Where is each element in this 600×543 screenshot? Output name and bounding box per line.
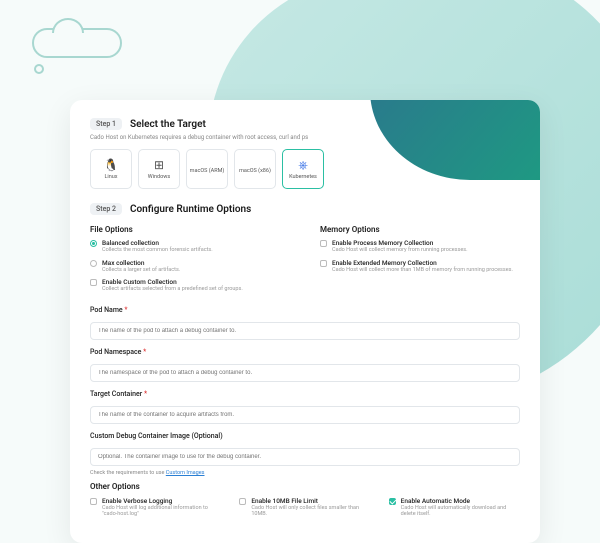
target-label: Windows (148, 174, 170, 180)
target-label: macOS (x86) (239, 168, 271, 174)
cloud-decoration (32, 28, 122, 58)
target-kubernetes[interactable]: ⎈ Kubernetes (282, 149, 324, 189)
target-list: 🐧 Linux ⊞ Windows macOS (ARM) macOS (x86… (90, 149, 520, 189)
opt-label: Enable Verbose Logging (102, 497, 221, 505)
step2-title: Configure Runtime Options (130, 204, 251, 215)
pod-namespace-input[interactable] (90, 364, 520, 382)
opt-desc: Cado Host will collect more than 1MB of … (332, 267, 513, 274)
opt-label: Enable Custom Collection (102, 278, 243, 286)
check-custom-collection[interactable]: Enable Custom Collection Collect artifac… (90, 278, 290, 293)
radio-icon (90, 240, 97, 247)
target-label: Linux (104, 174, 117, 180)
target-container-input[interactable] (90, 406, 520, 424)
opt-desc: Collects a larger set of artifacts. (102, 267, 180, 274)
checkbox-icon (320, 240, 327, 247)
radio-balanced[interactable]: Balanced collection Collects the most co… (90, 239, 290, 254)
step1-row: Step 1 Select the Target (90, 118, 520, 130)
radio-icon (90, 260, 97, 267)
opt-label: Enable Process Memory Collection (332, 239, 468, 247)
target-label: Kubernetes (289, 174, 317, 180)
step1-subtitle: Cado Host on Kubernetes requires a debug… (90, 134, 520, 141)
file-options-header: File Options (90, 225, 290, 234)
checkbox-icon (90, 498, 97, 505)
checkbox-icon (389, 498, 396, 505)
memory-options-header: Memory Options (320, 225, 520, 234)
opt-desc: Cado Host will collect memory from runni… (332, 247, 468, 254)
custom-image-label: Custom Debug Container Image (Optional) (90, 432, 520, 440)
pod-namespace-label: Pod Namespace * (90, 348, 520, 356)
opt-label: Enable Automatic Mode (401, 497, 520, 505)
custom-images-link[interactable]: Custom Images (166, 470, 205, 476)
opt-desc: Cado Host will log additional informatio… (102, 505, 221, 518)
opt-desc: Cado Host will only collect files smalle… (251, 505, 370, 518)
checkbox-icon (239, 498, 246, 505)
step1-title: Select the Target (130, 119, 206, 130)
target-linux[interactable]: 🐧 Linux (90, 149, 132, 189)
target-windows[interactable]: ⊞ Windows (138, 149, 180, 189)
target-label: macOS (ARM) (190, 168, 225, 174)
checkbox-icon (90, 279, 97, 286)
linux-icon: 🐧 (104, 159, 119, 171)
opt-desc: Collects the most common forensic artifa… (102, 247, 213, 254)
opt-desc: Collect artifacts selected from a predef… (102, 286, 243, 293)
pod-name-input[interactable] (90, 322, 520, 340)
checkbox-icon (320, 260, 327, 267)
cloud-dot (34, 64, 44, 74)
opt-desc: Cado Host will automatically download an… (401, 505, 520, 518)
opt-label: Balanced collection (102, 239, 213, 247)
other-options-header: Other Options (90, 482, 520, 491)
pod-name-label: Pod Name * (90, 306, 520, 314)
config-card: Step 1 Select the Target Cado Host on Ku… (70, 100, 540, 543)
step1-chip: Step 1 (90, 118, 122, 130)
kubernetes-icon: ⎈ (298, 159, 308, 171)
custom-image-input[interactable] (90, 448, 520, 466)
check-extended-memory[interactable]: Enable Extended Memory Collection Cado H… (320, 259, 520, 274)
opt-label: Enable 10MB File Limit (251, 497, 370, 505)
check-process-memory[interactable]: Enable Process Memory Collection Cado Ho… (320, 239, 520, 254)
target-container-label: Target Container * (90, 390, 520, 398)
radio-max[interactable]: Max collection Collects a larger set of … (90, 259, 290, 274)
custom-image-hint: Check the requirements to use Custom Ima… (90, 470, 520, 476)
step2-chip: Step 2 (90, 203, 122, 215)
opt-label: Enable Extended Memory Collection (332, 259, 513, 267)
windows-icon: ⊞ (154, 159, 164, 171)
step2-row: Step 2 Configure Runtime Options (90, 203, 520, 215)
target-macos-arm[interactable]: macOS (ARM) (186, 149, 228, 189)
opt-label: Max collection (102, 259, 180, 267)
target-macos-x86[interactable]: macOS (x86) (234, 149, 276, 189)
